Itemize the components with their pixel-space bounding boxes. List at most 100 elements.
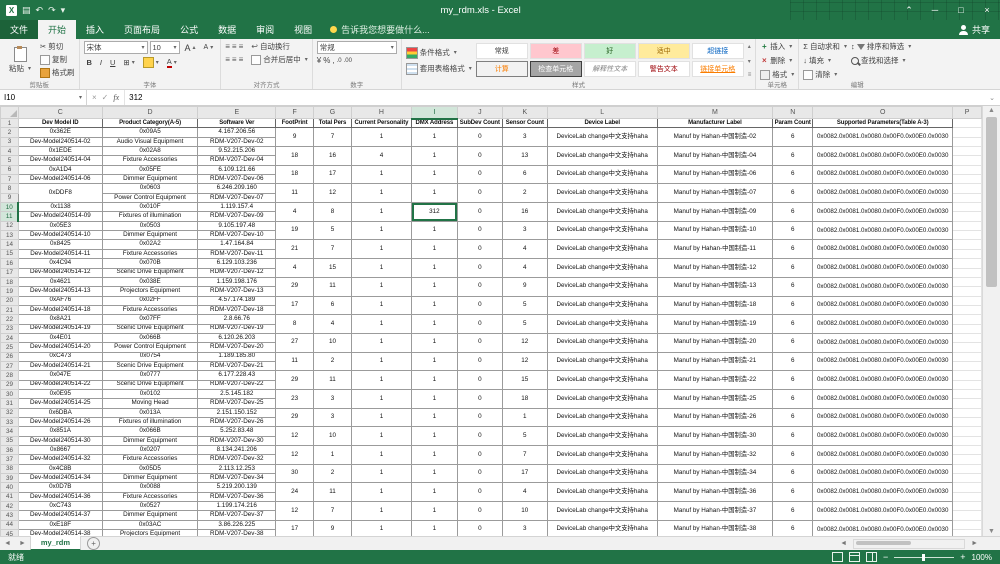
cell[interactable]: 1 (411, 240, 457, 259)
cell[interactable] (953, 418, 982, 427)
cell[interactable]: Manuf by Hahan-中国制造-10 (657, 221, 773, 240)
cell[interactable]: 10 (502, 502, 547, 521)
cell[interactable]: 0x0082.0x0081.0x0080.0x00F0.0x00E0.0x003… (813, 184, 953, 203)
cell[interactable]: Dev-Model240514-25 (18, 399, 102, 408)
cell[interactable]: 0 (457, 128, 502, 147)
cell[interactable] (953, 128, 982, 137)
align-middle-icon[interactable]: ≡ (232, 43, 237, 51)
row-header-7[interactable]: 7 (1, 175, 19, 184)
gallery-up-icon[interactable]: ▴ (748, 43, 752, 50)
cell[interactable]: 6 (773, 277, 813, 296)
autosum-button[interactable]: Σ自动求和▾ (803, 41, 847, 52)
cell[interactable]: 0x6DBA (18, 408, 102, 417)
cell[interactable]: 1.47.164.84 (198, 240, 276, 249)
cell[interactable]: 0x0603 (102, 184, 198, 193)
cell[interactable]: Manuf by Hahan-中国制造-34 (657, 464, 773, 483)
cell[interactable]: 16 (502, 203, 547, 222)
cell[interactable]: 1 (411, 446, 457, 465)
cell[interactable]: 0x0082.0x0081.0x0080.0x00F0.0x00E0.0x003… (813, 446, 953, 465)
cell[interactable]: 12 (502, 333, 547, 352)
cell[interactable]: 0x8A21 (18, 315, 102, 324)
cell[interactable]: 12 (276, 427, 314, 446)
cell[interactable]: 0x0207 (102, 446, 198, 455)
cell[interactable]: Manuf by Hahan-中国制造-20 (657, 333, 773, 352)
close-button[interactable]: × (974, 0, 1000, 20)
cell[interactable]: 19 (276, 221, 314, 240)
row-header-24[interactable]: 24 (1, 333, 19, 342)
tab-数据[interactable]: 数据 (208, 20, 246, 39)
cell[interactable] (953, 203, 982, 212)
cell[interactable] (953, 483, 982, 492)
cell[interactable]: 12 (502, 352, 547, 371)
row-header-21[interactable]: 21 (1, 305, 19, 314)
increase-decimal-icon[interactable]: .0 (337, 58, 342, 64)
number-group-label[interactable]: 数字 (313, 79, 401, 89)
cell[interactable]: 0xC473 (18, 352, 102, 361)
cell-style-note[interactable]: 解释性文本 (584, 61, 636, 77)
cell[interactable]: 1 (351, 259, 411, 278)
cell[interactable]: DeviceLab change中文支持haha (547, 240, 657, 259)
cell[interactable]: 3 (502, 128, 547, 147)
cell[interactable] (953, 231, 982, 240)
row-header-19[interactable]: 19 (1, 287, 19, 296)
cell[interactable]: 6 (773, 502, 813, 521)
cell[interactable]: 0x010F (102, 203, 198, 212)
borders-button[interactable]: ⊞▾ (120, 56, 137, 69)
cell[interactable]: 9 (276, 128, 314, 147)
cell[interactable]: 0x0088 (102, 483, 198, 492)
cell[interactable]: Manuf by Hahan-中国制造-02 (657, 128, 773, 147)
cell[interactable] (953, 212, 982, 221)
cell[interactable]: 4 (314, 315, 352, 334)
editing-group-label[interactable]: 编辑 (799, 79, 915, 89)
cell[interactable]: 0x0082.0x0081.0x0080.0x00F0.0x00E0.0x003… (813, 408, 953, 427)
cell[interactable]: 0 (457, 259, 502, 278)
cancel-icon[interactable]: × (92, 93, 97, 102)
cell[interactable]: 8 (276, 315, 314, 334)
cell[interactable]: 12 (276, 502, 314, 521)
cell[interactable]: 15 (314, 259, 352, 278)
cell[interactable]: 0x851A (18, 427, 102, 436)
cell[interactable] (953, 343, 982, 352)
row-header-44[interactable]: 44 (1, 520, 19, 529)
cell[interactable]: 0x0503 (102, 221, 198, 230)
tab-公式[interactable]: 公式 (170, 20, 208, 39)
cell[interactable]: Manuf by Hahan-中国制造-36 (657, 483, 773, 502)
cell[interactable]: 1 (351, 333, 411, 352)
cell[interactable]: DeviceLab change中文支持haha (547, 315, 657, 334)
cell[interactable]: 0x0082.0x0081.0x0080.0x00F0.0x00E0.0x003… (813, 520, 953, 536)
row-header-34[interactable]: 34 (1, 427, 19, 436)
cell[interactable]: Dev-Model240514-34 (18, 474, 102, 483)
cell[interactable]: 12 (276, 446, 314, 465)
cell[interactable]: 0 (457, 184, 502, 203)
cell[interactable]: 0 (457, 333, 502, 352)
wrap-text-button[interactable]: ↩自动换行 (251, 41, 290, 52)
cell[interactable] (953, 520, 982, 529)
cell[interactable]: Dev-Model240514-36 (18, 492, 102, 501)
cell[interactable]: Moving Head (102, 399, 198, 408)
cell[interactable]: Dimmer Equipment (102, 175, 198, 184)
cell[interactable]: 6 (773, 427, 813, 446)
row-header-17[interactable]: 17 (1, 268, 19, 277)
row-header-33[interactable]: 33 (1, 418, 19, 427)
cell[interactable]: 4 (502, 240, 547, 259)
column-header-L[interactable]: L (547, 107, 657, 119)
cell[interactable]: Scenic Drive Equipment (102, 380, 198, 389)
cell[interactable]: 0x362E (18, 128, 102, 137)
cell[interactable]: 0x07FF (102, 315, 198, 324)
row-header-43[interactable]: 43 (1, 511, 19, 520)
cell[interactable]: Projectors Equipment (102, 287, 198, 296)
ribbon-options-icon[interactable]: ⌃ (896, 0, 922, 20)
cell[interactable]: Power Control Equipment (102, 193, 198, 202)
cell[interactable] (953, 511, 982, 520)
cell[interactable]: 0x09A5 (102, 128, 198, 137)
zoom-level[interactable]: 100% (972, 553, 992, 562)
styles-group-label[interactable]: 样式 (402, 79, 756, 89)
cell[interactable]: 1 (411, 427, 457, 446)
cell[interactable]: 0xE18F (18, 520, 102, 529)
cell[interactable]: Manuf by Hahan-中国制造-26 (657, 408, 773, 427)
cell[interactable]: 2.151.150.152 (198, 408, 276, 417)
cell[interactable]: RDM-V207-Dev-18 (198, 305, 276, 314)
cell[interactable]: 10 (314, 333, 352, 352)
row-header-26[interactable]: 26 (1, 352, 19, 361)
merge-center-button[interactable]: 合并后居中▾ (251, 54, 308, 65)
